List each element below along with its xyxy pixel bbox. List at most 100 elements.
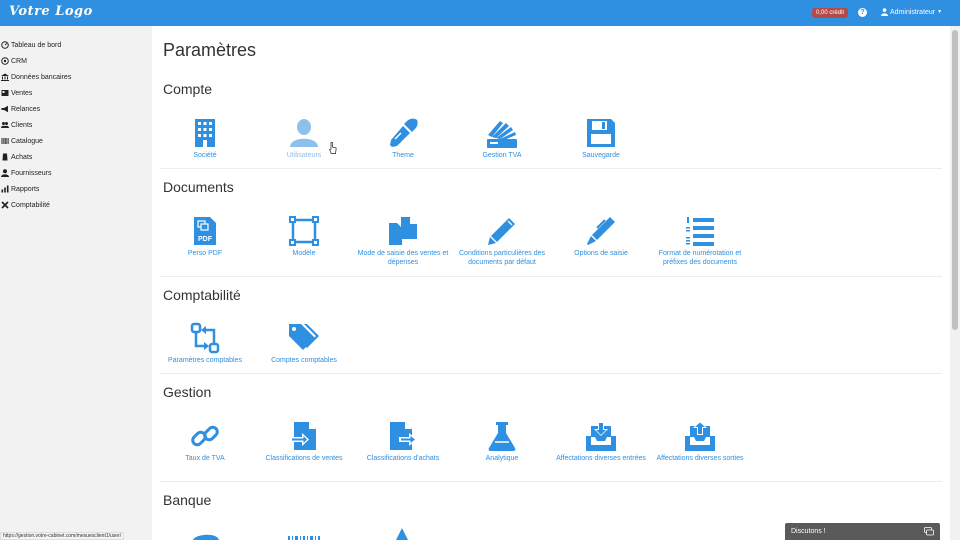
tile-sauvegarde[interactable]: Sauvegarde — [551, 117, 651, 160]
sidebar-item-accounting[interactable]: Comptabilité — [1, 199, 50, 211]
tile-societe[interactable]: Société — [155, 117, 255, 160]
tile-label: Conditions particulières des documents p… — [459, 250, 545, 266]
page-title: Paramètres — [163, 40, 257, 60]
user-icon — [881, 8, 888, 16]
sidebar-item-crm[interactable]: CRM — [1, 55, 27, 67]
chat-icon — [924, 527, 934, 536]
pencil-icon — [488, 218, 515, 245]
chat-label: Discutons ! — [791, 528, 826, 535]
tile-classifications-ventes[interactable]: Classifications de ventes — [254, 420, 354, 463]
tile-modele[interactable]: Modèle — [254, 215, 354, 258]
numbered-list-icon — [686, 217, 714, 246]
cart-icon — [2, 153, 8, 161]
caret-down-icon: ▼ — [937, 9, 943, 15]
sidebar: Tableau de bord CRM Données bancaires Ve… — [0, 26, 152, 540]
user-icon — [1, 169, 9, 177]
tools-icon — [1, 201, 9, 209]
scrollbar-thumb[interactable] — [952, 30, 958, 330]
page-scrollbar[interactable] — [950, 26, 960, 540]
crm-icon — [1, 57, 9, 65]
credit-badge[interactable]: 0,00 crédit — [812, 8, 849, 18]
app-logo[interactable]: Votre Logo — [9, 4, 93, 19]
section-title-comptabilite: Comptabilité — [163, 287, 241, 303]
eyedropper-icon — [390, 118, 418, 147]
tags-icon — [289, 324, 319, 350]
section-title-banque: Banque — [163, 492, 212, 508]
user-menu[interactable]: Administrateur ▼ — [881, 8, 942, 16]
tray-out-icon — [685, 421, 715, 451]
tile-label: Modèle — [292, 250, 316, 257]
tile-label: Taux de TVA — [185, 455, 225, 462]
sidebar-item-purchases[interactable]: Achats — [1, 151, 32, 163]
section-divider — [160, 276, 942, 277]
tile-theme[interactable]: Theme — [353, 117, 453, 160]
chat-widget[interactable]: Discutons ! — [785, 523, 940, 540]
tile-format-numerotation[interactable]: Format de numérotation et préfixes des d… — [650, 215, 750, 267]
tile-perso-pdf[interactable]: PDF Perso PDF — [155, 215, 255, 258]
tile-utilisateurs[interactable]: Utilisateurs — [254, 117, 354, 160]
section-divider — [160, 481, 942, 482]
sidebar-item-suppliers[interactable]: Fournisseurs — [1, 167, 51, 179]
svg-text:PDF: PDF — [198, 236, 213, 243]
barcode-icon — [1, 138, 9, 144]
chart-icon — [1, 185, 9, 193]
building-icon — [195, 119, 215, 147]
sidebar-item-label: Tableau de bord — [11, 41, 62, 49]
section-title-gestion: Gestion — [163, 384, 212, 400]
tile-parametres-comptables[interactable]: Paramètres comptables — [155, 322, 255, 365]
sidebar-item-label: Comptabilité — [11, 201, 50, 209]
bank-icon — [1, 73, 9, 81]
tile-conditions-particulieres[interactable]: Conditions particulières des documents p… — [452, 215, 552, 267]
tile-taux-de-tva[interactable]: Taux de TVA — [155, 420, 255, 463]
tile-analytique[interactable]: Analytique — [452, 420, 552, 463]
tile-label: Mode de saisie des ventes et dépenses — [357, 250, 449, 266]
tile-label: Classifications de ventes — [265, 455, 343, 462]
tile-comptes-comptables[interactable]: Comptes comptables — [254, 322, 354, 365]
question-icon[interactable]: ? — [858, 8, 867, 17]
tile-options-de-saisie[interactable]: Options de saisie — [551, 215, 651, 258]
tile-classifications-achats[interactable]: Classifications d'achats — [353, 420, 453, 463]
megaphone-icon — [1, 105, 8, 113]
link-icon — [191, 425, 219, 447]
sidebar-item-catalog[interactable]: Catalogue — [1, 135, 43, 147]
tile-label: Theme — [392, 152, 414, 159]
tile-label: Utilisateurs — [286, 152, 322, 159]
pen-icon — [587, 217, 615, 245]
sidebar-item-label: Ventes — [11, 89, 33, 97]
sidebar-item-label: Catalogue — [11, 137, 43, 145]
user-menu-label: Administrateur — [890, 8, 936, 16]
tile-label: Format de numérotation et préfixes des d… — [658, 250, 742, 266]
tile-affectations-sorties[interactable]: Affectations diverses sorties — [650, 420, 750, 463]
sidebar-item-label: Relances — [11, 105, 41, 113]
copy-icon — [389, 217, 417, 245]
file-import-icon — [290, 422, 316, 450]
tile-affectations-entrees[interactable]: Affectations diverses entrées — [551, 420, 651, 463]
sidebar-item-dashboard[interactable]: Tableau de bord — [1, 39, 61, 51]
sidebar-item-label: Rapports — [11, 185, 40, 193]
sidebar-item-sales[interactable]: Ventes — [1, 87, 32, 99]
section-title-compte: Compte — [163, 81, 213, 97]
sidebar-item-clients[interactable]: Clients — [1, 119, 32, 131]
file-export-icon — [390, 422, 417, 450]
tile-label: Comptes comptables — [271, 357, 337, 364]
barcode-icon — [288, 536, 320, 540]
users-icon — [1, 122, 9, 128]
sidebar-item-label: CRM — [11, 57, 27, 65]
bank-icon — [396, 528, 408, 540]
sidebar-item-label: Achats — [11, 153, 33, 161]
top-navbar: Votre Logo 0,00 crédit ? Administrateur … — [0, 0, 960, 26]
sidebar-item-reminders[interactable]: Relances — [1, 103, 40, 115]
sidebar-item-reports[interactable]: Rapports — [1, 183, 39, 195]
tile-label: Classifications d'achats — [366, 455, 440, 462]
sidebar-item-label: Données bancaires — [11, 73, 72, 81]
pdf-icon: PDF — [194, 217, 216, 245]
dashboard-icon — [1, 41, 9, 49]
floppy-icon — [587, 119, 615, 147]
sidebar-item-label: Fournisseurs — [11, 169, 52, 177]
sidebar-item-bank[interactable]: Données bancaires — [1, 71, 71, 83]
sidebar-item-label: Clients — [11, 121, 33, 129]
tile-mode-de-saisie[interactable]: Mode de saisie des ventes et dépenses — [353, 215, 453, 267]
tile-gestion-tva[interactable]: Gestion TVA — [452, 117, 552, 160]
mouse-cursor-icon — [329, 142, 337, 154]
swatches-icon — [487, 121, 517, 148]
